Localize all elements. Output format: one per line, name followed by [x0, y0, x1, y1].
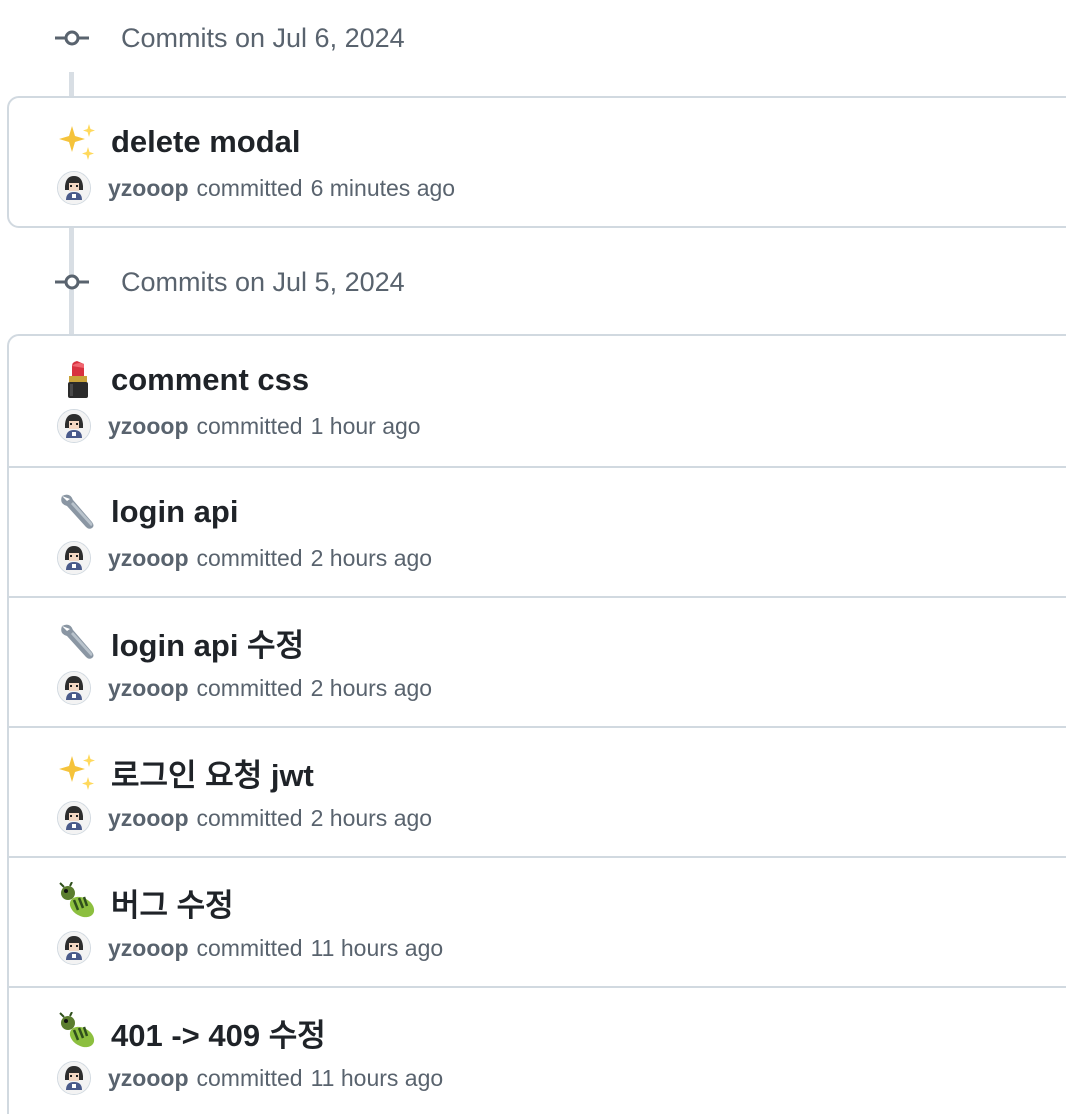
commit-message[interactable]: delete modal — [111, 124, 301, 160]
commit-time[interactable]: 2 hours ago — [311, 545, 432, 572]
commit-time[interactable]: 2 hours ago — [311, 805, 432, 832]
commit-group-date: Commits on Jul 6, 2024 — [121, 22, 405, 53]
commit-time[interactable]: 11 hours ago — [311, 1065, 444, 1092]
commit-list: comment css yzooop committed 1 hour ago … — [7, 334, 1066, 1114]
sparkles-icon — [57, 752, 99, 792]
commit-message[interactable]: login api — [111, 494, 238, 530]
commit-row[interactable]: delete modal yzooop committed 6 minutes … — [9, 98, 1066, 226]
commit-title[interactable]: 버그 수정 — [57, 880, 234, 925]
commit-title[interactable]: comment css — [57, 360, 309, 400]
commit-message[interactable]: login api 수정 — [111, 620, 304, 665]
commit-action: committed — [196, 544, 303, 571]
avatar[interactable] — [57, 801, 91, 835]
commit-row[interactable]: login api 수정 yzooop committed 2 hours ag… — [9, 596, 1066, 726]
commit-action: committed — [196, 174, 303, 201]
avatar[interactable] — [57, 1061, 91, 1095]
avatar[interactable] — [57, 931, 91, 965]
commit-author[interactable]: yzooop — [108, 675, 189, 702]
commit-row[interactable]: 401 -> 409 수정 yzooop committed 11 hours … — [9, 986, 1066, 1114]
wrench-icon — [57, 622, 99, 662]
timeline-rail — [69, 72, 74, 98]
commit-meta: yzooop committed 11 hours ago — [57, 930, 443, 966]
commit-meta: yzooop committed 2 hours ago — [57, 800, 432, 836]
commit-time[interactable]: 6 minutes ago — [311, 175, 455, 202]
commit-row[interactable]: 버그 수정 yzooop committed 11 hours ago — [9, 856, 1066, 986]
commit-author[interactable]: yzooop — [108, 1065, 189, 1092]
commit-title[interactable]: 401 -> 409 수정 — [57, 1010, 326, 1055]
commit-row[interactable]: login api yzooop committed 2 hours ago — [9, 466, 1066, 596]
commit-meta: yzooop committed 2 hours ago — [57, 670, 432, 706]
commit-group-header: Commits on Jul 5, 2024 — [55, 262, 405, 302]
commit-author[interactable]: yzooop — [108, 413, 189, 440]
git-commit-icon — [55, 30, 89, 46]
commit-title[interactable]: login api — [57, 492, 238, 532]
commit-row[interactable]: comment css yzooop committed 1 hour ago — [9, 336, 1066, 466]
commit-action: committed — [196, 1064, 303, 1091]
commit-message[interactable]: 버그 수정 — [111, 880, 234, 925]
commit-action: committed — [196, 804, 303, 831]
commit-group-date: Commits on Jul 5, 2024 — [121, 266, 405, 297]
commit-author[interactable]: yzooop — [108, 935, 189, 962]
commit-title[interactable]: delete modal — [57, 122, 301, 162]
lipstick-icon — [57, 360, 99, 400]
commit-time[interactable]: 1 hour ago — [311, 413, 421, 440]
commit-action: committed — [196, 934, 303, 961]
commit-meta: yzooop committed 2 hours ago — [57, 540, 432, 576]
commit-title[interactable]: login api 수정 — [57, 620, 304, 665]
commit-meta: yzooop committed 6 minutes ago — [57, 170, 455, 206]
git-commit-icon — [55, 274, 89, 290]
wrench-icon — [57, 492, 99, 532]
commit-message[interactable]: 로그인 요청 jwt — [111, 750, 314, 795]
avatar[interactable] — [57, 171, 91, 205]
commit-list: delete modal yzooop committed 6 minutes … — [7, 96, 1066, 228]
commit-meta: yzooop committed 1 hour ago — [57, 408, 421, 444]
commit-group-header: Commits on Jul 6, 2024 — [55, 18, 405, 58]
commit-timeline: Commits on Jul 6, 2024 delete modal yzoo… — [0, 0, 1066, 1114]
commit-time[interactable]: 2 hours ago — [311, 675, 432, 702]
bug-icon — [57, 882, 99, 922]
commit-author[interactable]: yzooop — [108, 545, 189, 572]
commit-action: committed — [196, 674, 303, 701]
avatar[interactable] — [57, 671, 91, 705]
avatar[interactable] — [57, 409, 91, 443]
commit-author[interactable]: yzooop — [108, 805, 189, 832]
bug-icon — [57, 1012, 99, 1052]
commit-author[interactable]: yzooop — [108, 175, 189, 202]
avatar[interactable] — [57, 541, 91, 575]
commit-message[interactable]: comment css — [111, 362, 309, 398]
commit-row[interactable]: 로그인 요청 jwt yzooop committed 2 hours ago — [9, 726, 1066, 856]
commit-meta: yzooop committed 11 hours ago — [57, 1060, 443, 1096]
commit-time[interactable]: 11 hours ago — [311, 935, 444, 962]
commit-message[interactable]: 401 -> 409 수정 — [111, 1010, 326, 1055]
commit-action: committed — [196, 412, 303, 439]
sparkles-icon — [57, 122, 99, 162]
commit-title[interactable]: 로그인 요청 jwt — [57, 750, 314, 795]
